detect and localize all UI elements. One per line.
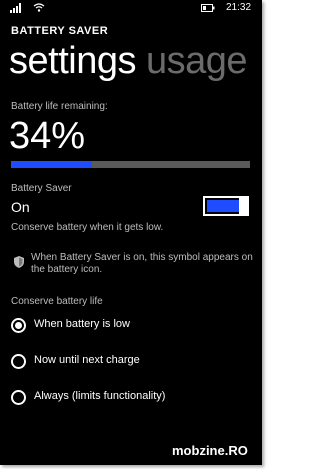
phone-screen: 21:32 BATTERY SAVER settings usage Batter… [0,0,262,465]
shield-icon [14,256,24,268]
battery-icon [201,4,215,12]
option-always[interactable]: Always (limits functionality) [11,389,251,409]
battery-percent: 34% [9,115,86,157]
radio-button[interactable] [11,390,26,405]
option-until-charge[interactable]: Now until next charge [11,353,251,373]
option-label: Always (limits functionality) [34,390,166,402]
conserve-label: Conserve battery life [11,296,103,307]
toggle-fill [207,200,239,212]
tab-settings[interactable]: settings [9,40,136,82]
battery-remaining-label: Battery life remaining: [11,101,108,112]
battery-saver-state: On [11,199,30,215]
status-bar: 21:32 [0,0,262,16]
battery-level-fill [11,161,93,168]
battery-saver-toggle[interactable] [203,196,249,216]
battery-saver-label: Battery Saver [11,183,72,194]
watermark: mobzine.RO [172,443,248,458]
toggle-thumb[interactable] [239,196,247,216]
pivot-header: settings usage [9,37,248,85]
app-title: BATTERY SAVER [11,25,109,37]
radio-button[interactable] [11,354,26,369]
tab-usage[interactable]: usage [146,40,248,82]
wifi-icon [33,3,45,12]
radio-button[interactable] [11,318,26,333]
signal-icon [10,3,21,13]
option-when-low[interactable]: When battery is low [11,317,251,337]
radio-selected-dot [15,322,22,329]
clock: 21:32 [226,2,252,13]
battery-saver-note: When Battery Saver is on, this symbol ap… [31,252,253,275]
battery-level-bar [11,161,250,168]
battery-saver-description: Conserve battery when it gets low. [11,222,164,233]
option-label: When battery is low [34,318,130,330]
option-label: Now until next charge [34,354,140,366]
